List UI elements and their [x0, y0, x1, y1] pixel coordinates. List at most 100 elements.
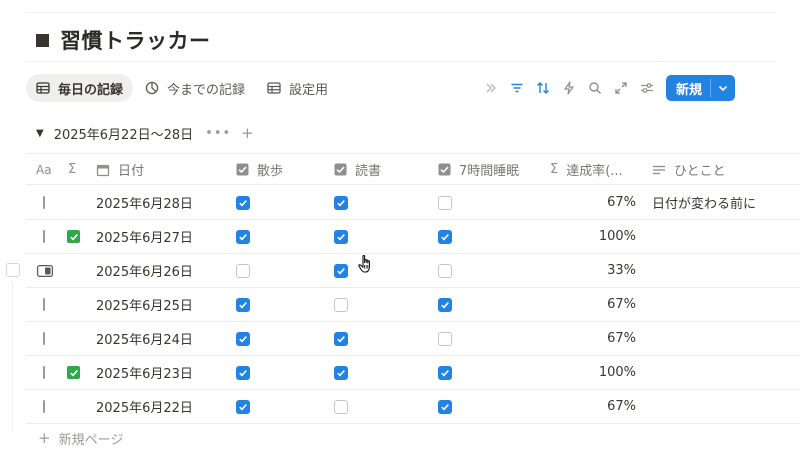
filter-icon[interactable] [504, 75, 530, 101]
tab-all-records[interactable]: 今までの記録 [135, 74, 255, 102]
walk-cell[interactable] [236, 186, 250, 219]
checkbox-unchecked-icon[interactable] [438, 263, 452, 278]
more-options-icon[interactable]: ••• [205, 126, 231, 141]
note-cell[interactable]: 日付が変わる前に [652, 186, 800, 219]
walk-cell[interactable] [236, 254, 250, 287]
walk-cell[interactable] [236, 356, 250, 389]
sleep-cell[interactable] [438, 390, 452, 423]
checkbox-checked-icon[interactable] [334, 365, 348, 380]
sleep-cell[interactable] [438, 288, 452, 321]
note-cell[interactable] [652, 288, 800, 321]
checkbox-checked-icon[interactable] [236, 297, 250, 312]
table-row[interactable]: 2025年6月25日 67% [26, 288, 800, 322]
note-cell[interactable] [652, 254, 800, 287]
walk-cell[interactable] [236, 322, 250, 355]
note-cell[interactable] [652, 356, 800, 389]
read-cell[interactable] [334, 288, 348, 321]
group-header[interactable]: ▼ 2025年6月22日〜28日 ••• + [36, 122, 254, 144]
page-title-text[interactable]: 習慣トラッカー [60, 25, 211, 55]
row-title-cell[interactable] [43, 390, 45, 423]
walk-cell[interactable] [236, 288, 250, 321]
date-cell[interactable]: 2025年6月24日 [96, 322, 193, 355]
checkbox-checked-icon[interactable] [438, 365, 452, 380]
tab-settings[interactable]: 設定用 [257, 74, 338, 102]
checkbox-checked-icon[interactable] [236, 229, 250, 244]
checkbox-checked-icon[interactable] [236, 195, 250, 210]
new-page-button[interactable]: + 新規ページ [38, 428, 123, 448]
double-chevron-icon[interactable] [478, 75, 504, 101]
table-row[interactable]: 2025年6月27日 100% [26, 220, 800, 254]
checkbox-checked-icon[interactable] [334, 195, 348, 210]
date-cell[interactable]: 2025年6月28日 [96, 186, 193, 219]
walk-cell[interactable] [236, 390, 250, 423]
checkbox-unchecked-icon[interactable] [438, 195, 452, 210]
new-button-label[interactable]: 新規 [666, 75, 710, 101]
read-cell[interactable] [334, 220, 348, 253]
table-row[interactable]: 2025年6月23日 100% [26, 356, 800, 390]
note-cell[interactable] [652, 322, 800, 355]
open-page-icon[interactable] [36, 254, 54, 287]
table-row[interactable]: 2025年6月26日 33% [26, 254, 800, 288]
sleep-cell[interactable] [438, 220, 452, 253]
row-title-cell[interactable] [43, 220, 45, 253]
column-header-read[interactable]: 読書 [334, 154, 381, 185]
settings-sliders-icon[interactable] [634, 75, 660, 101]
read-cell[interactable] [334, 390, 348, 423]
checkbox-checked-icon[interactable] [236, 331, 250, 346]
search-icon[interactable] [582, 75, 608, 101]
lightning-icon[interactable] [556, 75, 582, 101]
checkbox-unchecked-icon[interactable] [334, 297, 348, 312]
new-button[interactable]: 新規 [666, 75, 736, 101]
sidepeek-icon[interactable] [36, 264, 54, 278]
sleep-cell[interactable] [438, 254, 452, 287]
checkbox-unchecked-icon[interactable] [334, 399, 348, 414]
sleep-cell[interactable] [438, 186, 452, 219]
column-header-date[interactable]: 日付 [96, 154, 144, 185]
collapse-triangle-icon[interactable]: ▼ [36, 128, 44, 139]
checkbox-checked-icon[interactable] [438, 297, 452, 312]
read-cell[interactable] [334, 322, 348, 355]
table-row[interactable]: 2025年6月24日 67% [26, 322, 800, 356]
note-cell[interactable] [652, 220, 800, 253]
checkbox-checked-icon[interactable] [334, 263, 348, 278]
read-cell[interactable] [334, 356, 348, 389]
row-title-cell[interactable] [43, 186, 45, 219]
table-row[interactable]: 2025年6月28日 67% 日付が変わる前に [26, 186, 800, 220]
chevron-down-icon[interactable] [711, 75, 735, 101]
column-header-walk[interactable]: 散歩 [236, 154, 283, 185]
table-row[interactable]: 2025年6月22日 67% [26, 390, 800, 424]
checkbox-checked-icon[interactable] [334, 331, 348, 346]
tab-daily-log[interactable]: 毎日の記録 [26, 74, 134, 102]
column-header-name[interactable]: Aa [36, 154, 52, 185]
row-title-cell[interactable] [43, 356, 45, 389]
read-cell[interactable] [334, 254, 348, 287]
column-header-sleep[interactable]: 7時間睡眠 [438, 154, 519, 185]
date-cell[interactable]: 2025年6月26日 [96, 254, 193, 287]
sleep-cell[interactable] [438, 356, 452, 389]
walk-cell[interactable] [236, 220, 250, 253]
checkbox-checked-icon[interactable] [438, 399, 452, 414]
column-header-sum[interactable]: Σ [68, 154, 76, 185]
column-header-note[interactable]: ひとこと [652, 154, 726, 185]
checkbox-unchecked-icon[interactable] [236, 263, 250, 278]
read-cell[interactable] [334, 186, 348, 219]
date-cell[interactable]: 2025年6月22日 [96, 390, 193, 423]
checkbox-checked-icon[interactable] [438, 229, 452, 244]
note-cell[interactable] [652, 390, 800, 423]
date-cell[interactable]: 2025年6月27日 [96, 220, 193, 253]
sort-icon[interactable] [530, 75, 556, 101]
expand-icon[interactable] [608, 75, 634, 101]
checkbox-unchecked-icon[interactable] [438, 331, 452, 346]
checkbox-checked-icon[interactable] [236, 399, 250, 414]
row-title-cell[interactable] [43, 288, 45, 321]
row-drag-handle[interactable] [6, 263, 20, 277]
add-item-icon[interactable]: + [241, 124, 254, 142]
row-title-cell[interactable] [43, 322, 45, 355]
date-cell[interactable]: 2025年6月25日 [96, 288, 193, 321]
sleep-cell[interactable] [438, 322, 452, 355]
date-cell[interactable]: 2025年6月23日 [96, 356, 193, 389]
column-header-rate[interactable]: Σ 達成率(... [550, 154, 623, 185]
checkbox-checked-icon[interactable] [334, 229, 348, 244]
checkbox-checked-icon[interactable] [236, 365, 250, 380]
page-title[interactable]: 習慣トラッカー [36, 24, 211, 56]
